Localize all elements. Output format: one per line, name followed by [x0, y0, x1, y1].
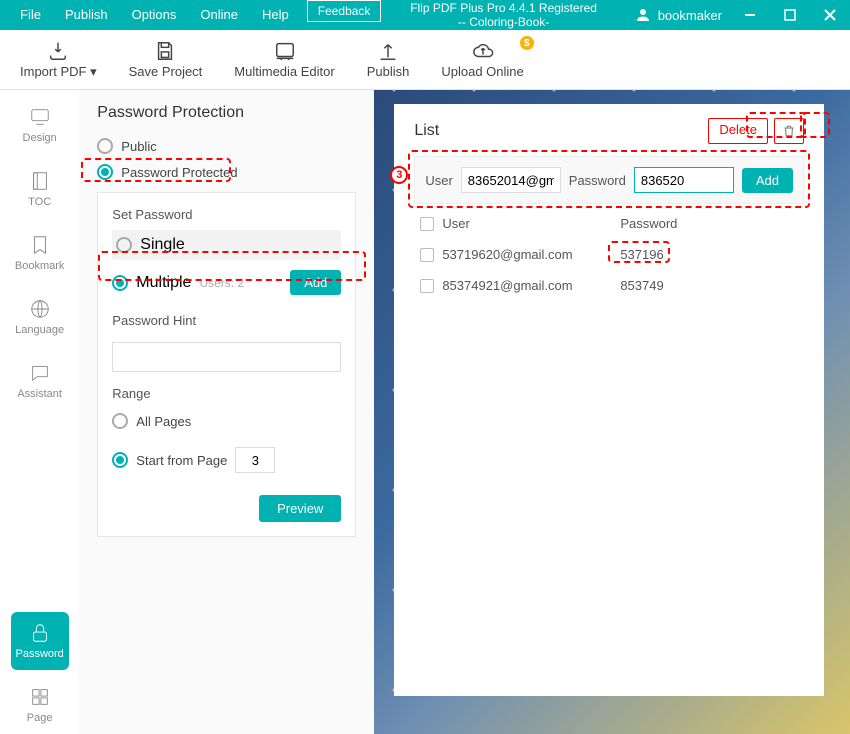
menu-help[interactable]: Help [250, 0, 301, 30]
user-label: User [425, 173, 452, 188]
new-password-input[interactable] [634, 167, 734, 193]
sidebar-item-toc[interactable]: TOC [11, 160, 69, 218]
user-list-panel: List Delete User Password Add [374, 90, 850, 734]
hint-label: Password Hint [112, 313, 341, 328]
toolbar-media-label: Multimedia Editor [234, 64, 334, 79]
radio-all-pages[interactable]: All Pages [112, 409, 341, 433]
menu-online[interactable]: Online [188, 0, 250, 30]
sidebar-item-bookmark[interactable]: Bookmark [11, 224, 69, 282]
sidebar-item-page[interactable]: Page [11, 676, 69, 734]
add-user-row: User Password Add [414, 156, 804, 204]
radio-password-protected[interactable]: Password Protected [97, 160, 356, 184]
lock-icon [29, 622, 51, 644]
radio-public[interactable]: Public [97, 134, 356, 158]
cell-user: 85374921@gmail.com [442, 278, 572, 293]
new-user-input[interactable] [461, 167, 561, 193]
menu-publish[interactable]: Publish [53, 0, 120, 30]
checkbox[interactable] [420, 279, 434, 293]
panel-heading: Password Protection [97, 104, 356, 122]
feedback-button[interactable]: Feedback [307, 0, 382, 22]
radio-icon [97, 164, 113, 180]
toolbar-upload-online[interactable]: $ Upload Online [441, 40, 523, 79]
user-area[interactable]: bookmaker [626, 6, 730, 24]
window-close[interactable] [810, 0, 850, 30]
toolbar-save-project[interactable]: Save Project [129, 40, 203, 79]
cell-password: 537196 [620, 247, 798, 262]
user-name: bookmaker [658, 8, 722, 23]
grid-icon [29, 686, 51, 708]
radio-start-from[interactable]: Start from Page [112, 443, 341, 477]
preview-button[interactable]: Preview [259, 495, 341, 522]
titlebar: File Publish Options Online Help Feedbac… [0, 0, 850, 30]
annotation-3: 3 [390, 166, 408, 184]
password-label: Password [569, 173, 626, 188]
radio-icon [116, 237, 132, 253]
password-panel: Password Protection Public Password Prot… [79, 90, 374, 734]
radio-icon [97, 138, 113, 154]
hint-input[interactable] [112, 342, 341, 372]
toolbar-publish[interactable]: Publish [367, 40, 410, 79]
delete-trash-button[interactable] [774, 118, 804, 144]
toolbar-multimedia-editor[interactable]: Multimedia Editor [234, 40, 334, 79]
add-user-button[interactable]: Add [290, 270, 341, 295]
sidebar-item-password[interactable]: Password [11, 612, 69, 670]
table-header: User Password [414, 204, 804, 239]
table-row[interactable]: 53719620@gmail.com 537196 [414, 239, 804, 270]
list-heading: List [414, 122, 439, 140]
checkbox[interactable] [420, 248, 434, 262]
radio-single[interactable]: Single [112, 230, 341, 260]
toolbar-upload-label: Upload Online [441, 64, 523, 79]
users-count: Users: 2 [199, 276, 282, 290]
menu-file[interactable]: File [8, 0, 53, 30]
sidebar-item-language[interactable]: Language [11, 288, 69, 346]
globe-icon [29, 298, 51, 320]
app-title: Flip PDF Plus Pro 4.4.1 Registered -- Co… [381, 0, 625, 31]
radio-icon [112, 413, 128, 429]
set-password-label: Set Password [112, 207, 341, 222]
menu-options[interactable]: Options [120, 0, 189, 30]
toolbar-import-label: Import PDF ▾ [20, 64, 97, 80]
add-button[interactable]: Add [742, 168, 793, 193]
start-page-input[interactable] [235, 447, 275, 473]
table-row[interactable]: 85374921@gmail.com 853749 [414, 270, 804, 301]
sidebar: Design TOC Bookmark Language Assistant P… [0, 90, 79, 734]
paid-badge-icon: $ [520, 36, 534, 50]
toolbar: Import PDF ▾ Save Project Multimedia Edi… [0, 30, 850, 90]
radio-multiple[interactable]: Multiple Users: 2 Add [112, 266, 341, 299]
toolbar-save-label: Save Project [129, 64, 203, 79]
sidebar-item-design[interactable]: Design [11, 96, 69, 154]
toolbar-publish-label: Publish [367, 64, 410, 79]
user-icon [634, 6, 652, 24]
checkbox-all[interactable] [420, 217, 434, 231]
window-minimize[interactable] [730, 0, 770, 30]
delete-button[interactable]: Delete [708, 118, 768, 144]
radio-icon [112, 275, 128, 291]
bookmark-icon [29, 234, 51, 256]
sidebar-item-assistant[interactable]: Assistant [11, 352, 69, 410]
chat-icon [29, 362, 51, 384]
range-label: Range [112, 386, 341, 401]
toolbar-import-pdf[interactable]: Import PDF ▾ [20, 40, 97, 80]
cell-user: 53719620@gmail.com [442, 247, 572, 262]
radio-icon [112, 452, 128, 468]
window-maximize[interactable] [770, 0, 810, 30]
monitor-icon [29, 106, 51, 128]
trash-icon [782, 124, 796, 138]
cell-password: 853749 [620, 278, 798, 293]
toc-icon [29, 170, 51, 192]
password-settings-box: Set Password Single Multiple Users: 2 Ad… [97, 192, 356, 537]
